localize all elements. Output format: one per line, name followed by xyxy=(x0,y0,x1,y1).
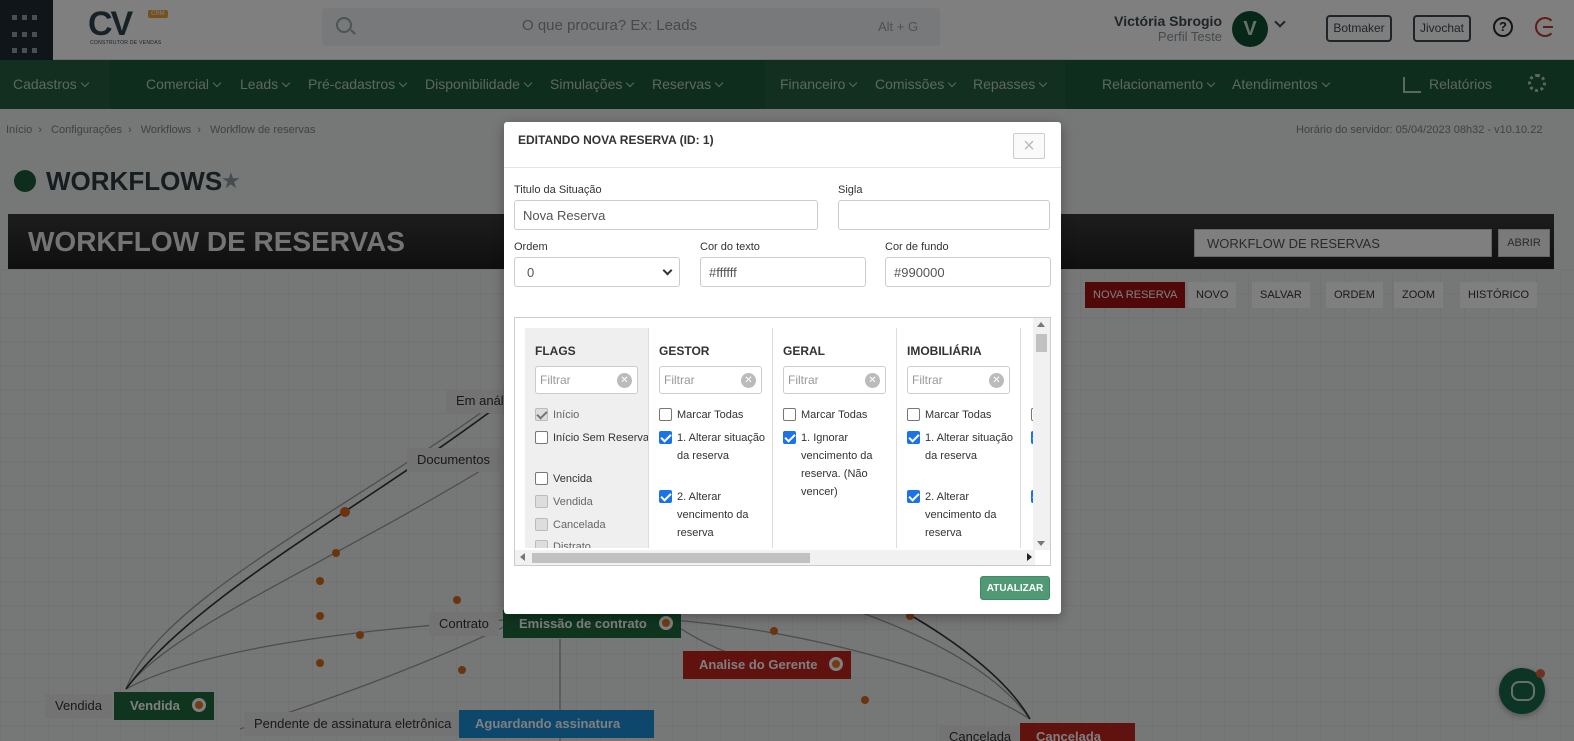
vertical-scrollbar[interactable] xyxy=(1033,318,1050,550)
marcar-todas-checkbox[interactable]: Marcar Todas xyxy=(659,406,772,424)
scroll-thumb[interactable] xyxy=(532,553,810,563)
marcar-todas-checkbox[interactable]: Marcar Todas xyxy=(907,406,1020,424)
chevron-down-icon xyxy=(662,265,673,276)
cor-texto-input[interactable] xyxy=(700,257,866,287)
column-title: FLAGS xyxy=(535,344,576,358)
checkbox-label: Início xyxy=(553,409,580,421)
checkbox[interactable] xyxy=(659,408,672,421)
checkbox[interactable] xyxy=(535,472,548,485)
clear-icon[interactable]: ✕ xyxy=(617,373,632,388)
scroll-left-icon[interactable] xyxy=(520,553,525,561)
checkbox xyxy=(535,495,548,508)
modal-title: EDITANDO NOVA RESERVA (ID: 1) xyxy=(518,133,714,147)
checkbox[interactable] xyxy=(659,431,672,444)
titulo-input[interactable] xyxy=(514,200,818,230)
checkbox-label: 1. Ignorar vencimento da reserva. (Não v… xyxy=(801,432,873,498)
update-button[interactable]: ATUALIZAR xyxy=(980,576,1050,600)
cor-fundo-label: Cor de fundo xyxy=(885,241,949,253)
checkbox xyxy=(535,540,548,548)
column-title: IMOBILIÁRIA xyxy=(907,344,982,358)
modal-header: EDITANDO NOVA RESERVA (ID: 1) × xyxy=(504,122,1061,168)
permission-item[interactable]: 2. Alterar vencimento da reserva xyxy=(659,488,772,542)
flag-vendida: Vendida xyxy=(535,493,648,511)
checkbox xyxy=(535,408,548,421)
checkbox-label: Distrato xyxy=(553,541,591,548)
checkbox-label: Marcar Todas xyxy=(801,409,868,421)
scroll-up-icon[interactable] xyxy=(1037,322,1045,327)
edit-status-modal: EDITANDO NOVA RESERVA (ID: 1) × Titulo d… xyxy=(504,122,1061,614)
checkbox-label: Marcar Todas xyxy=(677,409,744,421)
horizontal-scrollbar[interactable] xyxy=(515,550,1035,565)
checkbox-label: 2. Alterar vencimento da reserva xyxy=(677,491,749,539)
checkbox-label: Cancelada xyxy=(553,519,606,531)
sigla-label: Sigla xyxy=(838,184,863,196)
flag-vencida[interactable]: Vencida xyxy=(535,470,648,488)
imobiliaria-column: IMOBILIÁRIA ✕ Marcar Todas 1. Alterar si… xyxy=(897,328,1021,548)
titulo-label: Titulo da Situação xyxy=(514,184,602,196)
flags-column: FLAGS ✕ Início Início Sem Reserva Vencid… xyxy=(525,328,649,548)
clear-icon[interactable]: ✕ xyxy=(741,373,756,388)
marcar-todas-checkbox[interactable]: Marcar Todas xyxy=(783,406,896,424)
checkbox-label: Início Sem Reserva xyxy=(553,432,649,444)
permission-item[interactable]: 2. Alterar vencimento da reserva xyxy=(907,488,1020,542)
checkbox[interactable] xyxy=(783,431,796,444)
permission-item[interactable]: 1. Alterar situação da reserva xyxy=(659,429,772,465)
column-title: GERAL xyxy=(783,344,825,358)
ordem-value: 0 xyxy=(527,265,535,280)
geral-column: GERAL ✕ Marcar Todas 1. Ignorar vencimen… xyxy=(773,328,897,548)
permission-item[interactable]: 1. Ignorar vencimento da reserva. (Não v… xyxy=(783,429,896,501)
checkbox[interactable] xyxy=(907,490,920,503)
flag-inicio: Início xyxy=(535,406,648,424)
permission-item[interactable]: 1. Alterar situação da reserva xyxy=(907,429,1020,465)
cor-fundo-input[interactable] xyxy=(885,257,1051,287)
permissions-panel: FLAGS ✕ Início Início Sem Reserva Vencid… xyxy=(514,317,1051,566)
clear-icon[interactable]: ✕ xyxy=(989,373,1004,388)
flag-distrato: Distrato xyxy=(535,538,648,548)
close-button[interactable]: × xyxy=(1013,133,1045,159)
checkbox-label: Vencida xyxy=(553,473,593,485)
scroll-down-icon[interactable] xyxy=(1037,541,1045,546)
flag-cancelada: Cancelada xyxy=(535,516,648,534)
checkbox[interactable] xyxy=(783,408,796,421)
checkbox[interactable] xyxy=(907,408,920,421)
scroll-thumb[interactable] xyxy=(1036,334,1047,352)
flag-inicio-sem-reserva[interactable]: Início Sem Reserva xyxy=(535,429,649,447)
checkbox[interactable] xyxy=(535,431,548,444)
column-title: GESTOR xyxy=(659,344,710,358)
checkbox-label: Vendida xyxy=(553,496,593,508)
clear-icon[interactable]: ✕ xyxy=(865,373,880,388)
gestor-column: GESTOR ✕ Marcar Todas 1. Alterar situaçã… xyxy=(649,328,773,548)
checkbox-label: 2. Alterar vencimento da reserva xyxy=(925,491,997,539)
checkbox-label: 1. Alterar situação da reserva xyxy=(677,432,766,462)
sigla-input[interactable] xyxy=(838,200,1050,230)
cor-texto-label: Cor do texto xyxy=(700,241,760,253)
checkbox[interactable] xyxy=(659,490,672,503)
checkbox xyxy=(535,518,548,531)
ordem-label: Ordem xyxy=(514,241,548,253)
checkbox-label: 1. Alterar situação da reserva xyxy=(925,432,1014,462)
scroll-right-icon[interactable] xyxy=(1027,553,1032,561)
checkbox-label: Marcar Todas xyxy=(925,409,992,421)
ordem-select[interactable]: 0 xyxy=(514,257,680,287)
checkbox[interactable] xyxy=(907,431,920,444)
